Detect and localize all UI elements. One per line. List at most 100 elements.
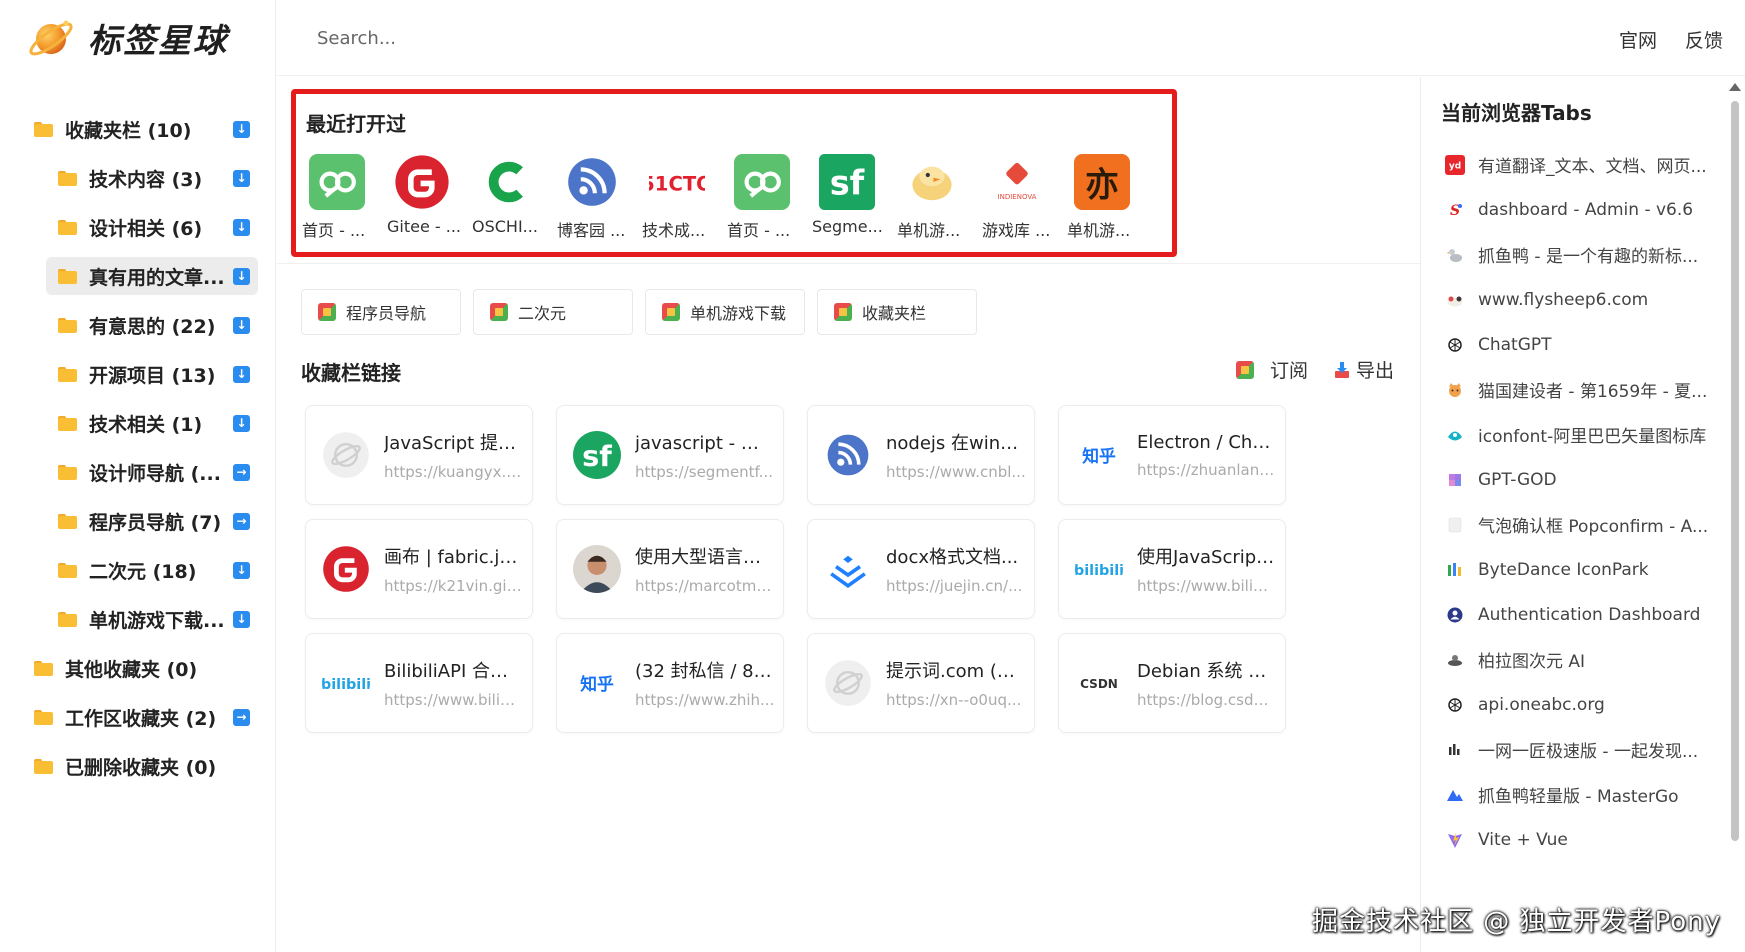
scroll-up-icon[interactable] <box>1729 83 1741 91</box>
browser-tab-item[interactable]: yd 有道翻译_文本、文档、网页... <box>1445 142 1715 187</box>
download-icon[interactable]: ↓ <box>233 414 250 432</box>
folder-tab[interactable]: 二次元 <box>473 289 633 335</box>
export-button[interactable]: 导出 <box>1334 356 1394 383</box>
duck-icon <box>1445 245 1465 265</box>
recent-item[interactable]: OSCHI... <box>472 151 557 241</box>
link-card-text: Electron / Chro... https://zhuanlan.... <box>1137 432 1277 479</box>
recent-item[interactable]: 首页 - ... <box>302 151 387 241</box>
link-card-text: (32 封私信 / 83... https://www.zhih... <box>635 657 775 709</box>
browser-tab-item[interactable]: iconfont-阿里巴巴矢量图标库 <box>1445 412 1715 457</box>
browser-tab-item[interactable]: ByteDance IconPark <box>1445 547 1715 592</box>
link-card[interactable]: JavaScript 提取... https://kuangyx.c... <box>305 405 533 505</box>
browser-tabs-list: yd 有道翻译_文本、文档、网页... S dashboard - Admin … <box>1445 142 1715 862</box>
default-globe-icon <box>824 659 872 707</box>
folder-tab[interactable]: 收藏夹栏 <box>817 289 977 335</box>
arrow-right-icon[interactable]: → <box>233 512 250 530</box>
recent-item[interactable]: sf Segme... <box>812 151 897 241</box>
link-card-url: https://k21vin.git... <box>384 577 524 595</box>
browser-tab-item[interactable]: GPT-GOD <box>1445 457 1715 502</box>
download-icon[interactable]: ↓ <box>233 218 250 236</box>
recent-item[interactable]: Gitee - ... <box>387 151 472 241</box>
folder-tab[interactable]: 单机游戏下载 <box>645 289 805 335</box>
link-card-url: https://www.bilibi... <box>1137 577 1277 595</box>
subscribe-button[interactable]: 订阅 <box>1235 356 1308 383</box>
link-card[interactable]: sf javascript - 进... https://segmentf... <box>556 405 784 505</box>
recent-item[interactable]: 首页 - ... <box>727 151 812 241</box>
browser-tab-item[interactable]: 一网一匠极速版 - 一起发现... <box>1445 727 1715 772</box>
sidebar-folder-item[interactable]: 真有用的文章... ↓ <box>46 257 258 295</box>
sidebar-folder-item[interactable]: 其他收藏夹 (0) <box>26 649 258 687</box>
vertical-scrollbar[interactable] <box>1725 77 1745 952</box>
link-card[interactable]: bilibili BilibiliAPI 合集 ... https://www.… <box>305 633 533 733</box>
sidebar-folder-item[interactable]: 开源项目 (13) ↓ <box>46 355 258 393</box>
browser-tab-item[interactable]: 猫国建设者 - 第1659年 - 夏... <box>1445 367 1715 412</box>
sidebar-folder-item[interactable]: 已删除收藏夹 (0) <box>26 747 258 785</box>
search-input[interactable] <box>317 22 717 54</box>
folder-tab[interactable]: 程序员导航 <box>301 289 461 335</box>
sidebar-folder-item[interactable]: 技术相关 (1) ↓ <box>46 404 258 442</box>
link-card[interactable]: 知乎 Electron / Chro... https://zhuanlan..… <box>1058 405 1286 505</box>
sidebar-folder-item[interactable]: 技术内容 (3) ↓ <box>46 159 258 197</box>
browser-tab-label: Vite + Vue <box>1478 829 1568 850</box>
sidebar-folder-item[interactable]: 程序员导航 (7) → <box>46 502 258 540</box>
link-card[interactable]: docx格式文档... https://juejin.cn/... <box>807 519 1035 619</box>
recent-item[interactable]: 亦 单机游... <box>1067 151 1152 241</box>
sidebar-folder-item[interactable]: 工作区收藏夹 (2) → <box>26 698 258 736</box>
sidebar-folder-item[interactable]: 有意思的 (22) ↓ <box>46 306 258 344</box>
browser-tab-item[interactable]: 抓鱼鸭轻量版 - MasterGo <box>1445 772 1715 817</box>
recent-item[interactable]: 博客园 ... <box>557 151 642 241</box>
feedback-link[interactable]: 反馈 <box>1685 26 1723 53</box>
sidebar-folder-item[interactable]: 设计师导航 (... → <box>46 453 258 491</box>
cnblogs-icon <box>561 151 623 213</box>
folder-label: 技术内容 (3) <box>89 168 203 191</box>
sidebar-folder-item[interactable]: 二次元 (18) ↓ <box>46 551 258 589</box>
browser-tab-item[interactable]: 柏拉图次元 AI <box>1445 637 1715 682</box>
app-logo[interactable]: 标签星球 <box>26 12 228 64</box>
download-icon[interactable]: ↓ <box>233 169 250 187</box>
recent-item[interactable]: 单机游... <box>897 151 982 241</box>
browser-tab-item[interactable]: Vite + Vue <box>1445 817 1715 862</box>
browser-tab-label: 抓鱼鸭轻量版 - MasterGo <box>1478 787 1679 807</box>
sidebar-folder-item[interactable]: 设计相关 (6) ↓ <box>46 208 258 246</box>
download-icon[interactable]: ↓ <box>233 316 250 334</box>
link-card[interactable]: CSDN Debian 系统 安... https://blog.csdn...… <box>1058 633 1286 733</box>
browser-tab-item[interactable]: ChatGPT <box>1445 322 1715 367</box>
link-card[interactable]: nodejs 在wind... https://www.cnbl... <box>807 405 1035 505</box>
browser-tab-item[interactable]: 抓鱼鸭 - 是一个有趣的新标... <box>1445 232 1715 277</box>
recent-list: 首页 - ... Gitee - ... OSCHI... 博客园 ... 51… <box>302 151 1152 241</box>
browser-tab-item[interactable]: Authentication Dashboard <box>1445 592 1715 637</box>
download-icon[interactable]: ↓ <box>233 610 250 628</box>
download-icon[interactable]: ↓ <box>233 365 250 383</box>
folder-label: 技术相关 (1) <box>89 413 203 436</box>
link-card[interactable]: 画布 | fabric.js... https://k21vin.git... <box>305 519 533 619</box>
folder-icon <box>58 170 77 186</box>
folder-tab-icon <box>490 303 508 321</box>
arrow-right-icon[interactable]: → <box>233 463 250 481</box>
link-card[interactable]: 使用大型语言模... https://marcotm.... <box>556 519 784 619</box>
link-card[interactable]: 知乎 (32 封私信 / 83... https://www.zhih... <box>556 633 784 733</box>
browser-tab-label: 抓鱼鸭 - 是一个有趣的新标... <box>1478 247 1699 267</box>
browser-tab-item[interactable]: api.oneabc.org <box>1445 682 1715 727</box>
download-icon[interactable]: ↓ <box>233 267 250 285</box>
sidebar-folder-item[interactable]: 收藏夹栏 (10) ↓ <box>26 110 258 148</box>
official-site-link[interactable]: 官网 <box>1619 26 1657 53</box>
link-card-title: Debian 系统 安... <box>1137 661 1277 682</box>
link-card-url: https://segmentf... <box>635 463 774 481</box>
link-card[interactable]: 提示词.com (C... https://xn--o0uq... <box>807 633 1035 733</box>
browser-tab-item[interactable]: www.flysheep6.com <box>1445 277 1715 322</box>
recent-item-label: Gitee - ... <box>387 217 462 236</box>
sidebar-folder-item[interactable]: 单机游戏下载... ↓ <box>46 600 258 638</box>
browser-tab-item[interactable]: S dashboard - Admin - v6.6 <box>1445 187 1715 232</box>
mastergo-icon <box>1445 785 1465 805</box>
arrow-right-icon[interactable]: → <box>233 708 250 726</box>
oschina-icon <box>476 151 538 213</box>
recent-item-label: 首页 - ... <box>302 221 366 240</box>
recent-item[interactable]: INDIENOVA 游戏库 ... <box>982 151 1067 241</box>
recent-item[interactable]: 51CTO 技术成... <box>642 151 727 241</box>
download-icon[interactable]: ↓ <box>233 561 250 579</box>
browser-tab-item[interactable]: 气泡确认框 Popconfirm - A... <box>1445 502 1715 547</box>
link-card[interactable]: bilibili 使用JavaScript... https://www.bil… <box>1058 519 1286 619</box>
link-card-url: https://xn--o0uq... <box>886 691 1022 709</box>
scrollbar-thumb[interactable] <box>1731 101 1739 841</box>
download-icon[interactable]: ↓ <box>233 120 250 138</box>
